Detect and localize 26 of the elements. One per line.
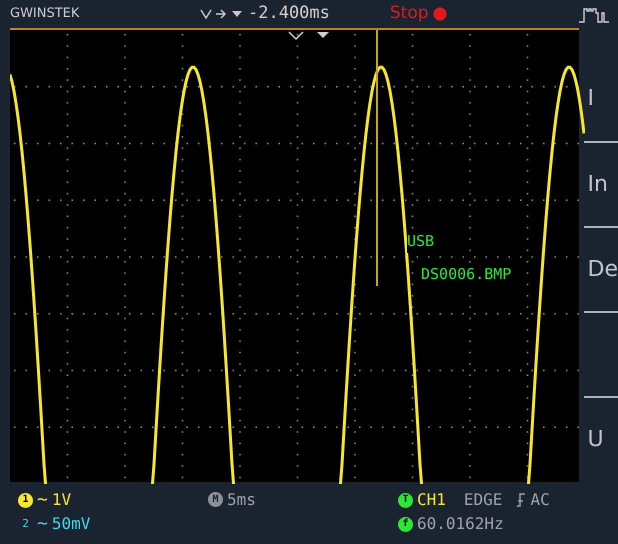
frequency-reading: 60.0162Hz [417, 513, 504, 535]
channel-scale: 50mV [52, 513, 90, 535]
channel-scale: 1V [52, 489, 72, 511]
timebase-value: 5ms [227, 492, 256, 508]
rising-edge-icon [516, 493, 526, 507]
menu-label[interactable]: I [588, 82, 594, 115]
menu-label[interactable]: In [588, 168, 608, 201]
position-caret-icon [288, 31, 304, 40]
channel-number: 2 [21, 516, 30, 532]
trigger-position: -2.400ms [248, 2, 330, 26]
menu-label[interactable]: De [588, 253, 618, 286]
channel-badge: M [208, 492, 223, 507]
run-state: Stop [390, 2, 429, 26]
menu-label[interactable]: U [588, 423, 604, 456]
trigger-coupling: AC [530, 489, 550, 511]
trigger-arrow-icon [317, 32, 329, 38]
channel-badge: T [398, 492, 413, 508]
channel-badge: 1 [18, 492, 33, 508]
position-marker-icon [200, 8, 244, 20]
trigger-type: EDGE [464, 489, 502, 511]
trigger-source: CH1 [417, 489, 446, 511]
brand-logo: GWINSTEK [10, 5, 80, 24]
stop-indicator-icon [432, 7, 447, 21]
coupling-symbol: ~ [37, 512, 48, 536]
channel-badge: f [398, 516, 413, 532]
coupling-symbol: ~ [37, 488, 48, 512]
